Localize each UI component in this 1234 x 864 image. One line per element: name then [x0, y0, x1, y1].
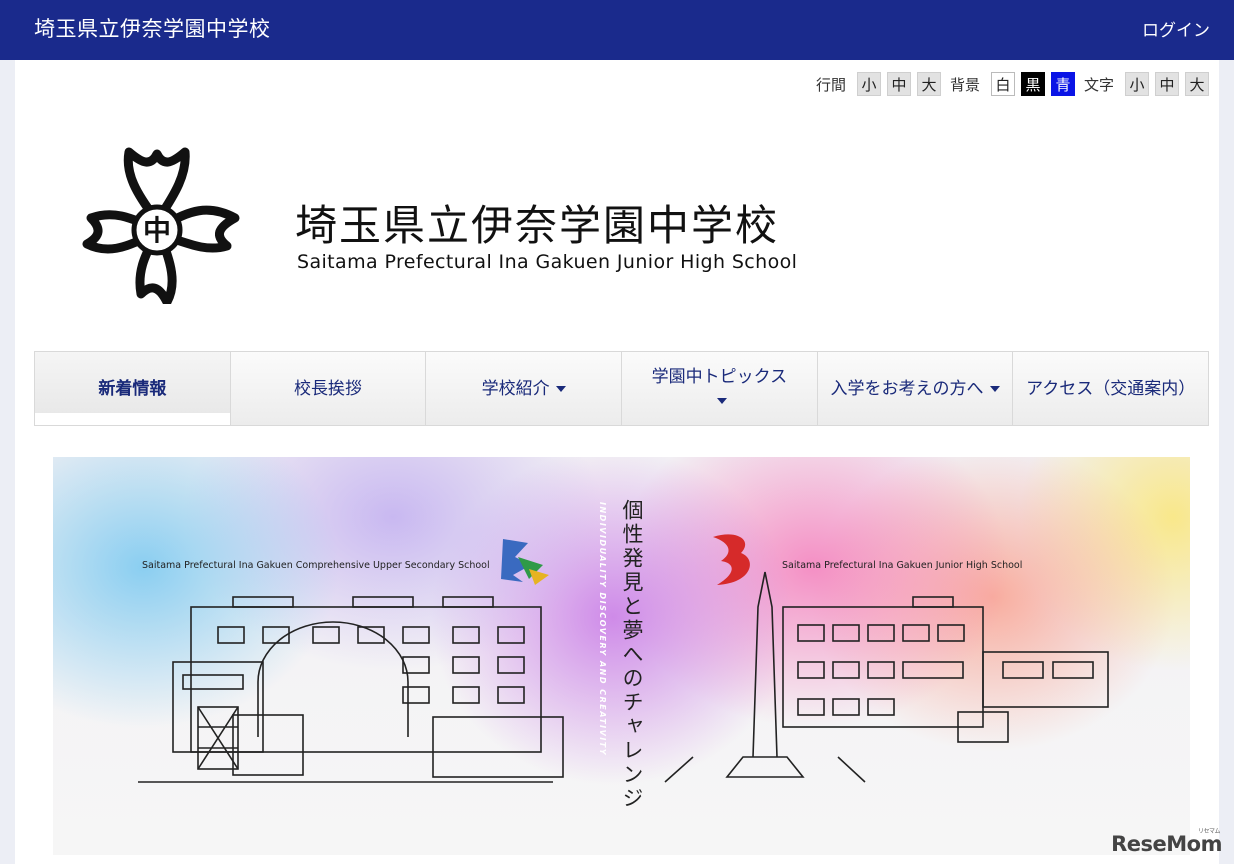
main-nav: 新着情報 校長挨拶 学校紹介 学園中トピックス 入学をお考えの方へ アクセス（交…	[34, 351, 1209, 426]
font-size-large-button[interactable]: 大	[1185, 72, 1209, 96]
nav-item-principal-greeting[interactable]: 校長挨拶	[230, 352, 427, 425]
line-spacing-medium-button[interactable]: 中	[886, 72, 911, 96]
caret-down-icon	[717, 397, 728, 404]
emblem-char: 中	[143, 214, 171, 247]
font-size-small-button[interactable]: 小	[1125, 72, 1149, 96]
nav-item-school-intro[interactable]: 学校紹介	[426, 352, 623, 425]
nav-item-label: アクセス（交通案内）	[1026, 378, 1196, 399]
logo-name-jp: 埼玉県立伊奈学園中学校	[295, 201, 780, 250]
line-spacing-label: 行間	[815, 75, 846, 94]
background-blue-button[interactable]: 青	[1050, 72, 1075, 96]
nav-item-label: 校長挨拶	[294, 378, 362, 399]
font-size-label: 文字	[1083, 75, 1114, 94]
page-content: 行間 小 中 大 背景 白 黒 青 文字 小 中 大 中 埼玉県立伊奈学園中学校…	[15, 60, 1219, 864]
line-spacing-small-button[interactable]: 小	[856, 72, 881, 96]
school-emblem-icon: 中	[82, 147, 240, 304]
background-white-button[interactable]: 白	[990, 72, 1015, 96]
font-size-medium-button[interactable]: 中	[1155, 72, 1179, 96]
watermark-sub: リセマム	[1197, 828, 1221, 835]
nav-item-label: 学園中トピックス	[651, 366, 788, 387]
logo-name-en: Saitama Prefectural Ina Gakuen Junior Hi…	[297, 251, 798, 273]
hero-banner[interactable]: Saitama Prefectural Ina Gakuen Comprehen…	[53, 457, 1190, 855]
accessibility-toolbar: 行間 小 中 大 背景 白 黒 青 文字 小 中 大	[807, 72, 1209, 96]
caret-down-icon	[989, 385, 1000, 392]
line-spacing-large-button[interactable]: 大	[916, 72, 941, 96]
nav-item-news[interactable]: 新着情報	[35, 352, 231, 425]
nav-item-access[interactable]: アクセス（交通案内）	[1013, 352, 1209, 425]
hero-vertical-jp: 個性発見と夢へのチャレンジ	[620, 499, 644, 811]
watermark-text: ReseMom	[1111, 832, 1222, 856]
top-bar: 埼玉県立伊奈学園中学校 ログイン	[0, 0, 1234, 60]
hero-caption-left: Saitama Prefectural Ina Gakuen Comprehen…	[142, 560, 490, 571]
resemom-watermark-logo: ReseMom リセマム	[1111, 828, 1222, 856]
hero-caption-right: Saitama Prefectural Ina Gakuen Junior Hi…	[782, 560, 1023, 571]
school-logo[interactable]: 中 埼玉県立伊奈学園中学校 Saitama Prefectural Ina Ga…	[67, 144, 827, 304]
caret-down-icon	[555, 385, 566, 392]
nav-item-label: 学校紹介	[481, 378, 550, 399]
login-link[interactable]: ログイン	[1142, 16, 1210, 41]
nav-item-admission[interactable]: 入学をお考えの方へ	[817, 352, 1014, 425]
nav-item-label: 新着情報	[98, 378, 167, 399]
nav-item-topics[interactable]: 学園中トピックス	[622, 352, 818, 425]
site-title[interactable]: 埼玉県立伊奈学園中学校	[34, 13, 271, 43]
background-label: 背景	[949, 75, 980, 94]
hero-vertical-en: INDIVIDUALITY DISCOVERY AND CREATIVITY	[598, 502, 607, 757]
background-black-button[interactable]: 黒	[1020, 72, 1045, 96]
junior-high-logo-icon	[713, 534, 750, 585]
nav-item-label: 入学をお考えの方へ	[830, 378, 984, 399]
high-school-logo-icon	[501, 539, 549, 585]
